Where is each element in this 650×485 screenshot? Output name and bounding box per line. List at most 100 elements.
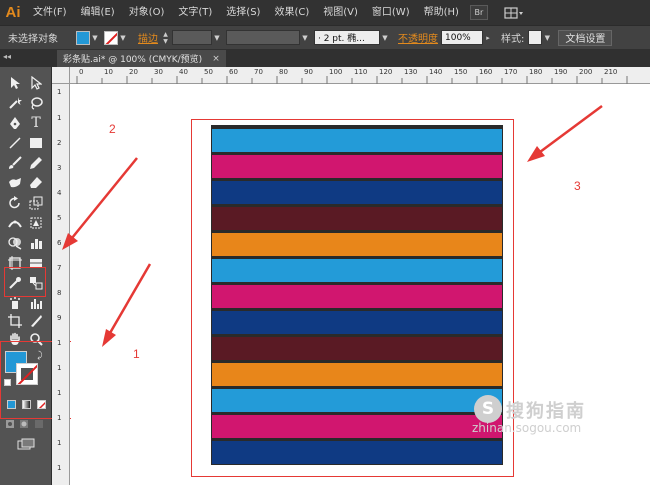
color-stripe[interactable] [212,441,502,464]
draw-behind-icon[interactable] [19,419,29,429]
stroke-swatch[interactable] [104,30,118,45]
menu-edit[interactable]: 编辑(E) [74,0,122,25]
draw-inside-icon[interactable] [34,419,44,429]
rotate-tool-icon[interactable] [7,195,23,211]
chevron-down-icon[interactable]: ▼ [118,31,128,45]
ruler-label: 90 [304,68,313,76]
blob-brush-tool-icon[interactable] [7,175,23,191]
graph-tool-icon[interactable] [28,235,44,251]
opacity-field[interactable]: 100% [441,30,483,45]
document-tab-strip: ◂◂ 彩条贴.ai* @ 100% (CMYK/预览) × [0,49,650,67]
color-stripe[interactable] [212,337,502,360]
ruler-label: 1 [57,389,62,397]
annotation-label-3: 3 [574,179,581,193]
color-stripe[interactable] [212,285,502,308]
line-tool-icon[interactable] [7,135,23,151]
lasso-tool-icon[interactable] [28,95,44,111]
sogou-watermark: S 搜狗指南 zhinan.sogou.com [468,395,648,437]
eraser-tool-icon[interactable] [28,175,44,191]
bridge-button[interactable]: Br [469,5,488,20]
color-stripe[interactable] [212,259,502,282]
symbol-sprayer-tool-icon[interactable] [7,295,23,311]
ruler-label: 60 [229,68,238,76]
arrange-documents-icon[interactable] [502,5,526,20]
menu-effect[interactable]: 效果(C) [267,0,316,25]
free-transform-tool-icon[interactable] [28,215,44,231]
vertical-ruler: 1 1 2 3 4 5 6 7 8 9 1 1 1 1 1 1 [52,84,70,485]
column-graph-tool-icon[interactable] [28,295,44,311]
brush-definition-field[interactable]: · 2 pt. 椭... [314,30,380,45]
ruler-origin[interactable] [52,67,70,84]
change-screen-mode-icon[interactable] [16,437,36,451]
scale-tool-icon[interactable] [28,195,44,211]
color-stripe[interactable] [212,181,502,204]
document-setup-button[interactable]: 文档设置 [558,29,613,46]
color-stripe[interactable] [212,155,502,178]
stroke-weight-field[interactable] [172,30,212,45]
chevron-down-icon[interactable]: ▼ [212,31,222,45]
width-tool-icon[interactable] [7,215,23,231]
stroke-weight-stepper[interactable]: ▲ ▼ [161,30,170,46]
stroke-label[interactable]: 描边 [138,30,158,45]
color-stripe[interactable] [212,415,502,438]
type-tool-icon[interactable]: T [28,115,44,131]
pen-tool-icon[interactable] [7,115,23,131]
ruler-label: 4 [57,189,62,197]
draw-normal-icon[interactable] [5,419,15,429]
opacity-label[interactable]: 不透明度 [398,30,438,45]
pencil-tool-icon[interactable] [28,155,44,171]
stripe-artwork[interactable] [211,125,503,465]
color-stripe[interactable] [212,389,502,412]
menu-select[interactable]: 选择(S) [219,0,267,25]
ruler-label: 1 [57,439,62,447]
ruler-label: 50 [204,68,213,76]
annotation-label-1: 1 [133,347,140,361]
ruler-label: 190 [554,68,568,76]
chevron-down-icon[interactable]: ▼ [542,31,552,45]
menu-object[interactable]: 对象(O) [122,0,172,25]
chevron-down-icon[interactable]: ▼ [300,31,310,45]
menu-bar: Ai 文件(F) 编辑(E) 对象(O) 文字(T) 选择(S) 效果(C) 视… [0,0,650,25]
color-stripe[interactable] [212,207,502,230]
chevron-down-icon[interactable]: ▼ [380,31,390,45]
rectangle-tool-icon[interactable] [28,135,44,151]
chevron-down-icon[interactable]: ▼ [90,31,100,45]
menu-window[interactable]: 窗口(W) [365,0,417,25]
ruler-label: 3 [57,164,62,172]
ruler-label: 1 [57,414,62,422]
direct-selection-tool-icon[interactable] [28,75,44,91]
annotation-label-2: 2 [109,122,116,136]
tools-panel: T ⤸ [0,67,74,485]
fill-swatch[interactable] [76,30,90,45]
color-stripe[interactable] [212,129,502,152]
watermark-text: 搜狗指南 [506,401,586,422]
color-stripe[interactable] [212,363,502,386]
ruler-label: 110 [354,68,368,76]
color-stripe[interactable] [212,233,502,256]
graphic-style-swatch[interactable] [528,30,543,45]
ruler-label: 1 [57,339,62,347]
ruler-label: 1 [57,88,62,96]
knife-tool-icon[interactable] [28,313,44,329]
ruler-label: 160 [479,68,493,76]
shape-builder-tool-icon[interactable] [7,235,23,251]
paintbrush-tool-icon[interactable] [7,155,23,171]
menu-file[interactable]: 文件(F) [26,0,74,25]
ruler-label: 170 [504,68,518,76]
selection-tool-icon[interactable] [7,75,23,91]
ruler-label: 200 [579,68,593,76]
document-tab[interactable]: 彩条贴.ai* @ 100% (CMYK/预览) × [57,50,226,67]
variable-width-field[interactable] [226,30,300,45]
menu-type[interactable]: 文字(T) [171,0,219,25]
ruler-label: 140 [429,68,443,76]
close-icon[interactable]: × [212,54,220,64]
collapse-panel-icon[interactable]: ◂◂ [3,52,11,61]
color-stripe[interactable] [212,311,502,334]
menu-view[interactable]: 视图(V) [316,0,365,25]
ruler-label: 20 [129,68,138,76]
artboard-crop-tool-icon[interactable] [7,313,23,329]
chevron-right-icon[interactable]: ▸ [483,31,493,45]
menu-help[interactable]: 帮助(H) [417,0,466,25]
magic-wand-tool-icon[interactable] [7,95,23,111]
ruler-label: 40 [179,68,188,76]
